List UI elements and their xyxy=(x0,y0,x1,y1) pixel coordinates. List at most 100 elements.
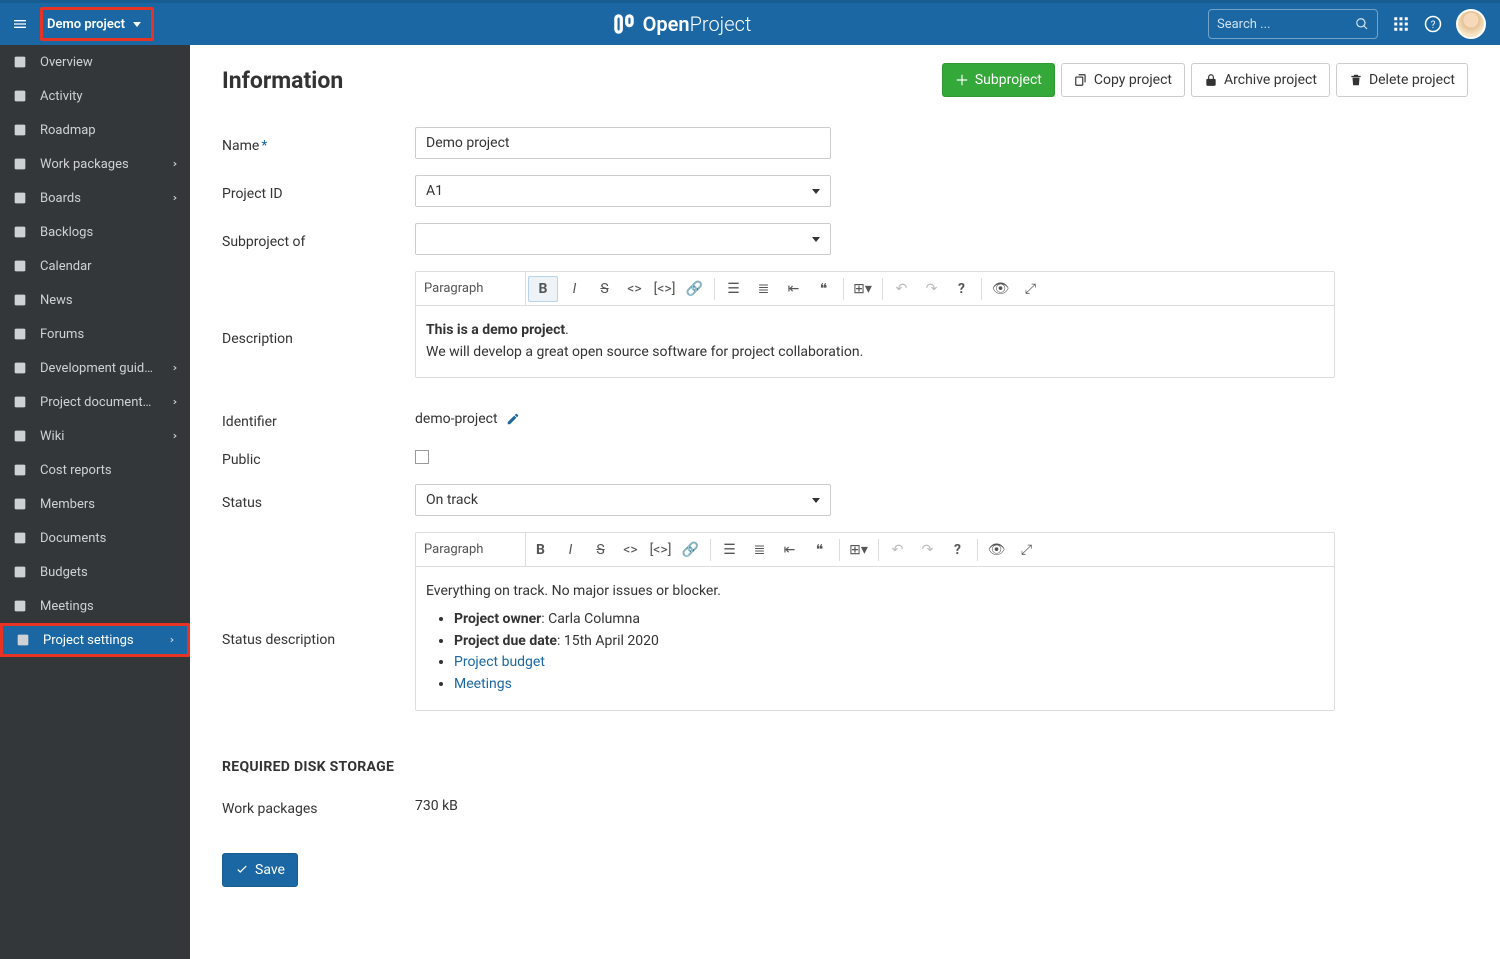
identifier-value: demo-project xyxy=(415,411,498,427)
sidebar-item-documents[interactable]: Documents xyxy=(0,521,190,555)
user-avatar[interactable] xyxy=(1456,9,1486,39)
doc-icon xyxy=(12,530,28,546)
sidebar-item-project-settings[interactable]: Project settings xyxy=(0,623,190,657)
sidebar-item-forums[interactable]: Forums xyxy=(0,317,190,351)
undo-button[interactable]: ↶ xyxy=(887,272,917,305)
boards-icon xyxy=(12,190,28,206)
sidebar-item-meetings[interactable]: Meetings xyxy=(0,589,190,623)
strike-button[interactable]: S xyxy=(590,272,620,305)
project-budget-link[interactable]: Project budget xyxy=(454,654,545,670)
codeblock-button[interactable]: [<>] xyxy=(650,272,680,305)
link-button[interactable]: 🔗 xyxy=(676,533,706,566)
sidebar-item-news[interactable]: News xyxy=(0,283,190,317)
code-button[interactable]: <> xyxy=(620,272,650,305)
sidebar: Overview ActivityRoadmapWork packagesBoar… xyxy=(0,45,190,959)
book-icon xyxy=(12,428,28,444)
calendar-icon xyxy=(12,258,28,274)
arrow-right-icon xyxy=(168,159,178,169)
quote-button[interactable]: ❝ xyxy=(805,533,835,566)
table-button[interactable]: ⊞▾ xyxy=(848,272,878,305)
ol-button[interactable]: ≣ xyxy=(745,533,775,566)
editor-help-button[interactable]: ? xyxy=(947,272,977,305)
storage-heading: REQUIRED DISK STORAGE xyxy=(222,759,1468,775)
status-select[interactable]: On track xyxy=(415,484,831,516)
sidebar-item-overview[interactable]: Overview xyxy=(0,45,190,79)
edit-identifier-icon[interactable] xyxy=(506,412,520,426)
menu-toggle-button[interactable] xyxy=(0,3,40,45)
gears-icon xyxy=(15,632,31,648)
redo-button[interactable]: ↷ xyxy=(913,533,943,566)
table-button[interactable]: ⊞▾ xyxy=(844,533,874,566)
status-label: Status xyxy=(222,489,415,511)
sidebar-item-boards[interactable]: Boards xyxy=(0,181,190,215)
budget-icon xyxy=(12,564,28,580)
link-button[interactable]: 🔗 xyxy=(680,272,710,305)
sidebar-item-project-documentati-[interactable]: Project documentati... xyxy=(0,385,190,419)
description-label: Description xyxy=(222,271,415,347)
quote-button[interactable]: ❝ xyxy=(809,272,839,305)
subproject-of-label: Subproject of xyxy=(222,228,415,250)
caret-down-icon xyxy=(812,237,820,242)
sidebar-item-members[interactable]: Members xyxy=(0,487,190,521)
subproject-button[interactable]: Subproject xyxy=(942,63,1055,97)
archive-project-button[interactable]: Archive project xyxy=(1191,63,1330,97)
editor-help-button[interactable]: ? xyxy=(943,533,973,566)
save-button[interactable]: Save xyxy=(222,853,298,887)
help-icon[interactable] xyxy=(1424,15,1442,33)
project-selector-label: Demo project xyxy=(47,17,125,32)
ul-button[interactable]: ☰ xyxy=(719,272,749,305)
project-selector[interactable]: Demo project xyxy=(40,7,154,41)
hamburger-icon xyxy=(12,16,28,32)
arrow-right-icon xyxy=(168,363,178,373)
strike-button[interactable]: S xyxy=(586,533,616,566)
description-editor: Paragraph B I S <> [<>] 🔗 ☰ ≣ ⇤ ❝ ⊞▾ ↶ xyxy=(415,271,1335,378)
sidebar-item-wiki[interactable]: Wiki xyxy=(0,419,190,453)
preview-button[interactable]: 👁 xyxy=(982,533,1012,566)
global-search-input[interactable]: Search ... xyxy=(1208,9,1378,39)
sidebar-item-roadmap[interactable]: Roadmap xyxy=(0,113,190,147)
status-body[interactable]: Everything on track. No major issues or … xyxy=(416,567,1334,709)
sidebar-item-cost-reports[interactable]: Cost reports xyxy=(0,453,190,487)
bold-button[interactable]: B xyxy=(526,533,556,566)
italic-button[interactable]: I xyxy=(556,533,586,566)
sidebar-item-work-packages[interactable]: Work packages xyxy=(0,147,190,181)
redo-button[interactable]: ↷ xyxy=(917,272,947,305)
book-icon xyxy=(12,394,28,410)
sidebar-item-label: Overview xyxy=(40,55,178,70)
modules-grid-icon[interactable] xyxy=(1392,15,1410,33)
heading-select[interactable]: Paragraph xyxy=(416,533,526,566)
undo-button[interactable]: ↶ xyxy=(883,533,913,566)
public-checkbox[interactable] xyxy=(415,450,429,464)
copy-project-button[interactable]: Copy project xyxy=(1061,63,1185,97)
ol-button[interactable]: ≣ xyxy=(749,272,779,305)
sidebar-item-development-guideli-[interactable]: Development guideli... xyxy=(0,351,190,385)
meeting-icon xyxy=(12,598,28,614)
code-button[interactable]: <> xyxy=(616,533,646,566)
page-title: Information xyxy=(222,67,936,94)
sidebar-item-calendar[interactable]: Calendar xyxy=(0,249,190,283)
name-input[interactable] xyxy=(415,127,831,159)
check-icon xyxy=(235,863,249,877)
project-id-select[interactable]: A1 xyxy=(415,175,831,207)
delete-project-button[interactable]: Delete project xyxy=(1336,63,1468,97)
sidebar-item-budgets[interactable]: Budgets xyxy=(0,555,190,589)
codeblock-button[interactable]: [<>] xyxy=(646,533,676,566)
preview-button[interactable]: 👁 xyxy=(986,272,1016,305)
fullscreen-button[interactable]: ⤢ xyxy=(1016,272,1046,305)
outdent-button[interactable]: ⇤ xyxy=(779,272,809,305)
fullscreen-button[interactable]: ⤢ xyxy=(1012,533,1042,566)
subproject-of-select[interactable] xyxy=(415,223,831,255)
sidebar-item-label: News xyxy=(40,293,178,308)
italic-button[interactable]: I xyxy=(560,272,590,305)
wp-storage-value: 730 kB xyxy=(415,798,458,814)
sidebar-item-backlogs[interactable]: Backlogs xyxy=(0,215,190,249)
meetings-link[interactable]: Meetings xyxy=(454,676,512,692)
bold-button[interactable]: B xyxy=(528,276,558,302)
outdent-button[interactable]: ⇤ xyxy=(775,533,805,566)
ul-button[interactable]: ☰ xyxy=(715,533,745,566)
search-placeholder: Search ... xyxy=(1217,17,1270,32)
sidebar-item-activity[interactable]: Activity xyxy=(0,79,190,113)
caret-down-icon xyxy=(812,189,820,194)
heading-select[interactable]: Paragraph xyxy=(416,272,526,305)
description-body[interactable]: This is a demo project. We will develop … xyxy=(416,306,1334,377)
